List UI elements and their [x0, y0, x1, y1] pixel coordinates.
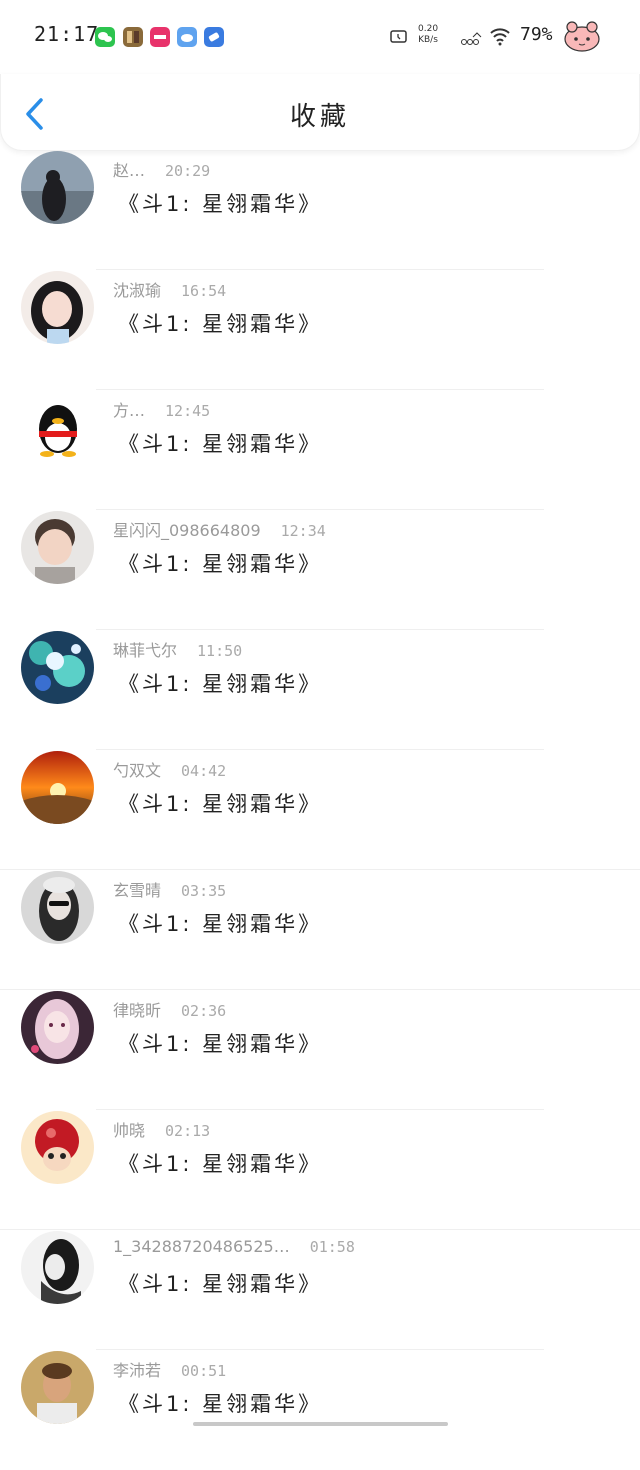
- item-message: 《斗1: 星翎霜华》: [118, 1272, 323, 1296]
- item-time: 20:29: [165, 162, 211, 180]
- net-speed-value: 0.20: [418, 24, 439, 34]
- item-meta: 方… 12:45: [113, 397, 210, 421]
- item-message: 《斗1: 星翎霜华》: [118, 432, 323, 456]
- item-name: 琳菲弋尔: [113, 641, 178, 660]
- item-name: 李沛若: [113, 1361, 162, 1380]
- item-message: 《斗1: 星翎霜华》: [118, 192, 323, 216]
- battery-level: 79%: [520, 24, 553, 45]
- list-item[interactable]: 沈淑瑜 16:54 《斗1: 星翎霜华》: [0, 270, 640, 390]
- status-bar: 21:17 0.20 KB/s 79%: [0, 0, 640, 74]
- item-name: 勺双文: [113, 761, 162, 780]
- browser-icon: [204, 27, 224, 47]
- avatar[interactable]: [21, 271, 94, 344]
- item-time: 03:35: [181, 882, 227, 900]
- avatar[interactable]: [21, 511, 94, 584]
- item-name: 星闪闪_098664809: [113, 521, 261, 540]
- list-item[interactable]: 星闪闪_098664809 12:34 《斗1: 星翎霜华》: [0, 510, 640, 630]
- wechat-icon: [95, 27, 115, 47]
- item-time: 12:34: [280, 522, 326, 540]
- item-message: 《斗1: 星翎霜华》: [118, 552, 323, 576]
- avatar[interactable]: [21, 151, 94, 224]
- item-time: 11:50: [197, 642, 243, 660]
- item-time: 04:42: [181, 762, 227, 780]
- item-meta: 勺双文 04:42: [113, 757, 226, 781]
- item-time: 16:54: [181, 282, 227, 300]
- item-name: 律晓昕: [113, 1001, 162, 1020]
- item-message: 《斗1: 星翎霜华》: [118, 792, 323, 816]
- net-speed: 0.20 KB/s: [418, 24, 438, 46]
- list-item[interactable]: 律晓昕 02:36 《斗1: 星翎霜华》: [0, 990, 640, 1110]
- net-speed-unit: KB/s: [418, 35, 438, 45]
- list-item[interactable]: 勺双文 04:42 《斗1: 星翎霜华》: [0, 750, 640, 870]
- item-time: 00:51: [181, 1362, 227, 1380]
- avatar[interactable]: [21, 1351, 94, 1424]
- avatar[interactable]: [21, 991, 94, 1064]
- item-meta: 律晓昕 02:36: [113, 997, 226, 1021]
- item-message: 《斗1: 星翎霜华》: [118, 1032, 323, 1056]
- screen-record-icon: [390, 28, 408, 50]
- item-name: 方…: [113, 401, 146, 420]
- nav-header: 收藏: [0, 74, 640, 151]
- item-message: 《斗1: 星翎霜华》: [118, 912, 323, 936]
- item-time: 12:45: [165, 402, 211, 420]
- avatar[interactable]: [21, 1111, 94, 1184]
- list-item[interactable]: 李沛若 00:51 《斗1: 星翎霜华》: [0, 1350, 640, 1470]
- list-item[interactable]: 玄雪晴 03:35 《斗1: 星翎霜华》: [0, 870, 640, 990]
- item-meta: 帅晓 02:13: [113, 1117, 210, 1141]
- list-item[interactable]: 方… 12:45 《斗1: 星翎霜华》: [0, 390, 640, 510]
- pet-icon: [562, 20, 602, 52]
- avatar[interactable]: [21, 631, 94, 704]
- item-message: 《斗1: 星翎霜华》: [118, 1152, 323, 1176]
- list-item[interactable]: 帅晓 02:13 《斗1: 星翎霜华》: [0, 1110, 640, 1230]
- item-time: 01:58: [309, 1238, 355, 1256]
- home-indicator[interactable]: [193, 1422, 448, 1426]
- avatar[interactable]: [21, 391, 94, 464]
- list-item[interactable]: 赵… 20:29 《斗1: 星翎霜华》: [0, 150, 640, 270]
- item-name: 帅晓: [113, 1121, 146, 1140]
- page-title: 收藏: [289, 102, 350, 132]
- item-time: 02:36: [181, 1002, 227, 1020]
- item-message: 《斗1: 星翎霜华》: [118, 672, 323, 696]
- item-meta: 1_34288720486525… 01:58: [113, 1237, 355, 1256]
- item-name: 玄雪晴: [113, 881, 162, 900]
- avatar[interactable]: [21, 1231, 94, 1304]
- item-meta: 琳菲弋尔 11:50: [113, 637, 242, 661]
- item-meta: 李沛若 00:51: [113, 1357, 226, 1381]
- clock: 21:17: [34, 22, 100, 46]
- list-item[interactable]: 1_34288720486525… 01:58 《斗1: 星翎霜华》: [0, 1230, 640, 1350]
- avatar[interactable]: [21, 871, 94, 944]
- item-name: 沈淑瑜: [113, 281, 162, 300]
- avatar[interactable]: [21, 751, 94, 824]
- list-item[interactable]: 琳菲弋尔 11:50 《斗1: 星翎霜华》: [0, 630, 640, 750]
- music-icon: [150, 27, 170, 47]
- game-icon: [123, 27, 143, 47]
- item-name: 1_34288720486525…: [113, 1237, 290, 1256]
- item-name: 赵…: [113, 161, 146, 180]
- item-meta: 玄雪晴 03:35: [113, 877, 226, 901]
- favorites-list: 赵… 20:29 《斗1: 星翎霜华》 沈淑瑜 16:54 《斗1: 星翎霜华》 方…: [0, 150, 640, 1470]
- item-message: 《斗1: 星翎霜华》: [118, 1392, 323, 1416]
- wifi-icon: [489, 26, 511, 50]
- item-meta: 赵… 20:29: [113, 157, 210, 181]
- item-message: 《斗1: 星翎霜华》: [118, 312, 323, 336]
- cloud-icon: [177, 27, 197, 47]
- signal-icon: [461, 30, 483, 50]
- item-meta: 沈淑瑜 16:54: [113, 277, 226, 301]
- item-meta: 星闪闪_098664809 12:34: [113, 517, 326, 541]
- item-time: 02:13: [165, 1122, 211, 1140]
